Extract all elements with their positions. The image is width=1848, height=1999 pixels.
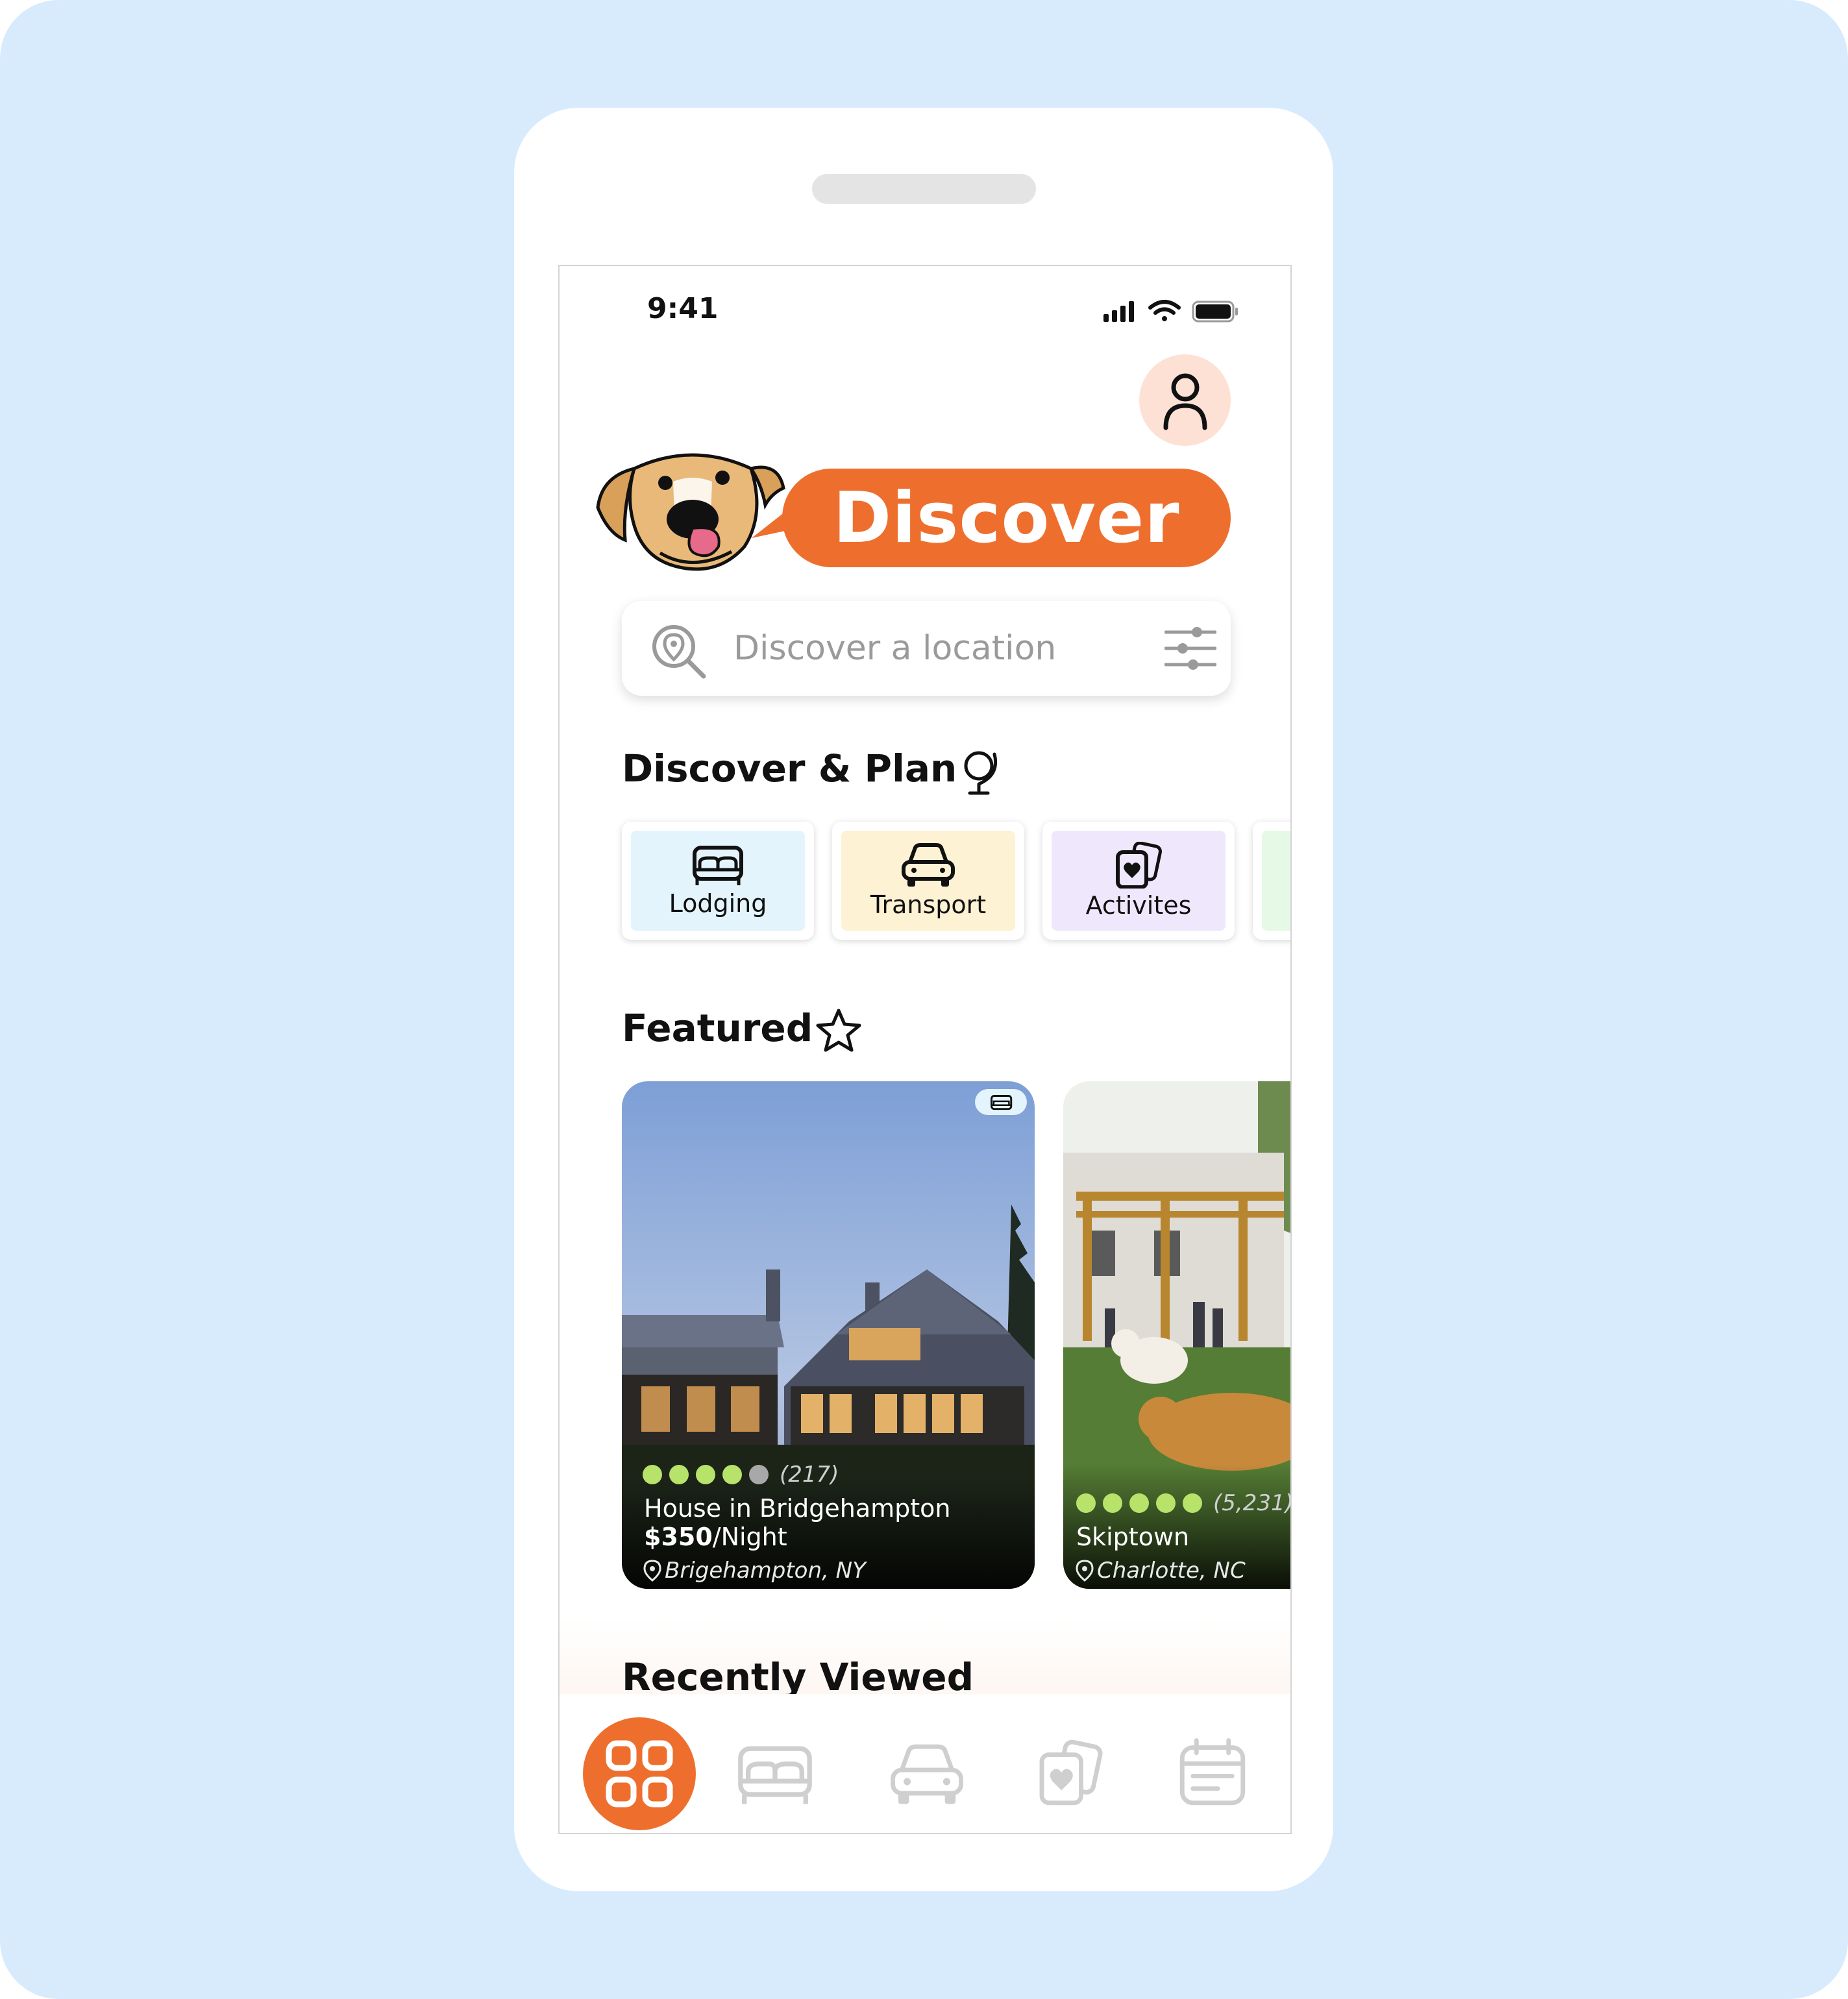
- price-unit: /Night: [712, 1523, 787, 1551]
- tab-transport[interactable]: [889, 1741, 965, 1808]
- section-title-featured: Featured: [622, 1006, 813, 1050]
- category-more[interactable]: [1253, 822, 1290, 940]
- car-icon: [902, 843, 955, 887]
- location-search-icon: [652, 625, 706, 679]
- tennis-ball-icon: [1076, 1493, 1096, 1513]
- featured-card-house[interactable]: (217) House in Bridgehampton $350/Night …: [622, 1081, 1035, 1589]
- wifi-icon: [1148, 300, 1181, 321]
- card-location: Charlotte, NC: [1075, 1558, 1246, 1584]
- card-price: $350/Night: [644, 1523, 787, 1551]
- cellular-signal-icon: [1103, 301, 1134, 322]
- category-lodging-inner: Lodging: [631, 831, 805, 931]
- bottom-tab-bar: [560, 1694, 1290, 1833]
- page-title: Discover: [782, 469, 1231, 567]
- search-bar[interactable]: [622, 601, 1231, 696]
- tennis-ball-icon: [696, 1465, 715, 1484]
- category-more-inner: [1262, 831, 1290, 931]
- cards-heart-icon: [1039, 1739, 1103, 1806]
- location-text: Charlotte, NC: [1097, 1558, 1246, 1584]
- cards-heart-icon: [1116, 842, 1162, 889]
- tennis-ball-icon: [749, 1465, 769, 1484]
- rating-count: (5,231): [1213, 1490, 1292, 1516]
- tennis-ball-icon: [643, 1465, 662, 1484]
- tab-planner[interactable]: [1176, 1737, 1249, 1808]
- tennis-ball-icon: [669, 1465, 689, 1484]
- category-lodging[interactable]: Lodging: [622, 822, 814, 940]
- battery-icon: [1192, 300, 1238, 323]
- car-icon: [891, 1744, 963, 1804]
- category-activities-inner: Activites: [1052, 831, 1226, 931]
- tennis-ball-icon: [1156, 1493, 1176, 1513]
- filter-sliders-icon[interactable]: [1164, 626, 1216, 671]
- price-amount: $350: [644, 1523, 713, 1551]
- location-pin-icon: [1076, 1560, 1094, 1582]
- status-icons: [1103, 299, 1259, 327]
- category-label: Activites: [1085, 891, 1192, 920]
- grid-icon: [606, 1740, 673, 1808]
- section-title-discover-plan: Discover & Plan: [622, 746, 957, 791]
- tab-home[interactable]: [583, 1717, 696, 1830]
- category-transport[interactable]: Transport: [832, 822, 1024, 940]
- bed-icon: [693, 846, 743, 885]
- location-text: Brigehampton, NY: [665, 1558, 866, 1584]
- status-time: 9:41: [647, 292, 719, 325]
- tennis-ball-icon: [1103, 1493, 1122, 1513]
- profile-button[interactable]: [1139, 354, 1231, 446]
- card-location: Brigehampton, NY: [643, 1558, 866, 1584]
- card-title: Skiptown: [1076, 1523, 1190, 1551]
- rating-balls: (5,231): [1076, 1490, 1292, 1516]
- section-title-recently-viewed: Recently Viewed: [622, 1655, 974, 1699]
- location-pin-icon: [643, 1560, 661, 1582]
- bed-icon: [738, 1746, 812, 1804]
- star-icon: [816, 1009, 861, 1052]
- tab-activities[interactable]: [1035, 1738, 1106, 1807]
- calendar-icon: [1179, 1738, 1246, 1806]
- search-input[interactable]: [732, 624, 1137, 672]
- tennis-ball-icon: [722, 1465, 742, 1484]
- phone-speaker: [812, 174, 1036, 204]
- tennis-ball-icon: [1183, 1493, 1202, 1513]
- card-title: House in Bridgehampton: [644, 1494, 951, 1523]
- rating-count: (217): [780, 1462, 839, 1488]
- app-screen: 9:41 Discover Discover a location Discov…: [558, 265, 1292, 1834]
- user-icon: [1163, 373, 1207, 430]
- globe-icon: [964, 751, 997, 795]
- category-activities[interactable]: Activites: [1042, 822, 1235, 940]
- category-transport-inner: Transport: [841, 831, 1015, 931]
- category-label: Lodging: [669, 889, 767, 918]
- tab-lodging[interactable]: [735, 1741, 815, 1808]
- rating-balls: (217): [643, 1462, 839, 1488]
- category-label: Transport: [870, 890, 987, 919]
- tennis-ball-icon: [1129, 1493, 1149, 1513]
- featured-card-skiptown[interactable]: (5,231) Skiptown Charlotte, NC: [1063, 1081, 1292, 1589]
